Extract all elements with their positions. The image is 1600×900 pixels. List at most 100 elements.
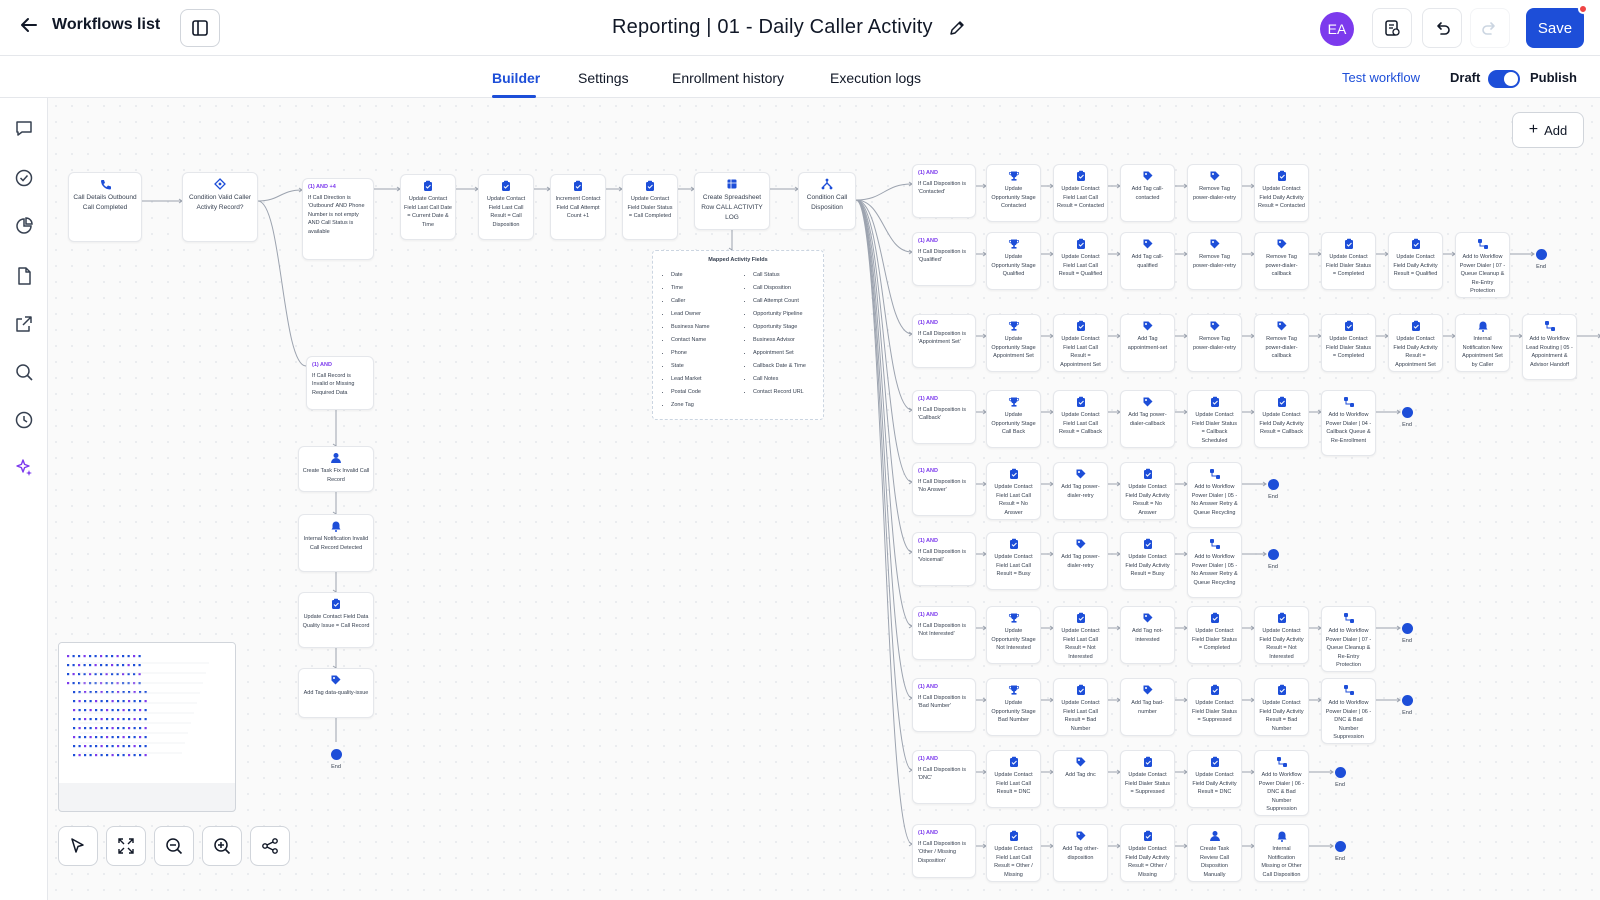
branch-9-step-2[interactable]: Update Contact Field Daily Activity Resu… bbox=[1120, 824, 1175, 882]
disposition-branch-1-condition[interactable]: (1) AND If Call Disposition is 'Qualified… bbox=[912, 232, 976, 286]
branch-3-end-node[interactable]: End bbox=[1392, 402, 1422, 432]
branch-1-step-5[interactable]: Update Contact Field Dialer Status = Com… bbox=[1321, 232, 1376, 290]
branch-7-end-node[interactable]: End bbox=[1392, 690, 1422, 720]
branch-6-step-1[interactable]: Update Contact Field Last Call Result = … bbox=[1053, 606, 1108, 664]
branch-1-step-0[interactable]: Update Opportunity Stage Qualified bbox=[986, 232, 1041, 290]
branch-8-step-0[interactable]: Update Contact Field Last Call Result = … bbox=[986, 750, 1041, 808]
branch-1-step-3[interactable]: Remove Tag power-dialer-retry bbox=[1187, 232, 1242, 290]
branch-9-step-3[interactable]: Create Task Review Call Disposition Manu… bbox=[1187, 824, 1242, 882]
create-spreadsheet-row-node[interactable]: Create Spreadsheet Row CALL ACTIVITY LOG bbox=[694, 172, 770, 230]
branch-7-step-1[interactable]: Update Contact Field Last Call Result = … bbox=[1053, 678, 1108, 736]
branch-3-step-4[interactable]: Update Contact Field Daily Activity Resu… bbox=[1254, 390, 1309, 448]
zoom-in-button[interactable] bbox=[202, 826, 242, 866]
branch-2-step-5[interactable]: Update Contact Field Dialer Status = Com… bbox=[1321, 314, 1376, 372]
zoom-out-button[interactable] bbox=[154, 826, 194, 866]
fit-view-button[interactable] bbox=[106, 826, 146, 866]
valid-record-condition-node[interactable]: Condition Valid Caller Activity Record? bbox=[182, 172, 258, 242]
add-node-button[interactable]: + Add bbox=[1512, 112, 1584, 148]
branch-8-step-4[interactable]: Add to Workflow Power Dialer | 06 - DNC … bbox=[1254, 750, 1309, 816]
branch-9-end-node[interactable]: End bbox=[1325, 836, 1355, 866]
branch-0-step-4[interactable]: Update Contact Field Daily Activity Resu… bbox=[1254, 164, 1309, 222]
branch-8-end-node[interactable]: End bbox=[1325, 762, 1355, 792]
update-last-call-date-node[interactable]: Update Contact Field Last Call Date = Cu… bbox=[400, 174, 456, 240]
update-data-quality-node[interactable]: Update Contact Field Data Quality Issue … bbox=[298, 592, 374, 648]
branch-3-step-0[interactable]: Update Opportunity Stage Call Back bbox=[986, 390, 1041, 448]
disposition-branch-8-condition[interactable]: (1) AND If Call Disposition is 'DNC' bbox=[912, 750, 976, 804]
branch-3-step-5[interactable]: Add to Workflow Power Dialer | 04 - Call… bbox=[1321, 390, 1376, 456]
branch-8-step-3[interactable]: Update Contact Field Daily Activity Resu… bbox=[1187, 750, 1242, 808]
branch-0-step-1[interactable]: Update Contact Field Last Call Result = … bbox=[1053, 164, 1108, 222]
branch-1-step-1[interactable]: Update Contact Field Last Call Result = … bbox=[1053, 232, 1108, 290]
disposition-branch-3-condition[interactable]: (1) AND If Call Disposition is 'Callback' bbox=[912, 390, 976, 444]
disposition-branch-6-condition[interactable]: (1) AND If Call Disposition is 'Not Inter… bbox=[912, 606, 976, 660]
branch-3-step-1[interactable]: Update Contact Field Last Call Result = … bbox=[1053, 390, 1108, 448]
notification-invalid-node[interactable]: Internal Notification Invalid Call Recor… bbox=[298, 514, 374, 572]
branch-6-step-4[interactable]: Update Contact Field Daily Activity Resu… bbox=[1254, 606, 1309, 664]
branch-5-step-2[interactable]: Update Contact Field Daily Activity Resu… bbox=[1120, 532, 1175, 590]
branch-1-step-2[interactable]: Add Tag call-qualified bbox=[1120, 232, 1175, 290]
branch-9-step-4[interactable]: Internal Notification Missing or Other C… bbox=[1254, 824, 1309, 882]
branch-3-step-2[interactable]: Add Tag power-dialer-callback bbox=[1120, 390, 1175, 448]
disposition-branch-5-condition[interactable]: (1) AND If Call Disposition is 'Voicemail… bbox=[912, 532, 976, 586]
valid-branch-condition[interactable]: (1) AND +4 If Call Direction is 'Outbound… bbox=[302, 178, 374, 260]
branch-7-step-5[interactable]: Add to Workflow Power Dialer | 06 - DNC … bbox=[1321, 678, 1376, 744]
branch-0-step-3[interactable]: Remove Tag power-dialer-retry bbox=[1187, 164, 1242, 222]
branch-2-end-node[interactable]: End bbox=[1593, 326, 1600, 356]
minimap-node-dot bbox=[106, 745, 109, 748]
branch-6-step-3[interactable]: Update Contact Field Dialer Status = Com… bbox=[1187, 606, 1242, 664]
branch-6-end-node[interactable]: End bbox=[1392, 618, 1422, 648]
disposition-branch-2-condition[interactable]: (1) AND If Call Disposition is 'Appointme… bbox=[912, 314, 976, 368]
update-last-call-result-node[interactable]: Update Contact Field Last Call Result = … bbox=[478, 174, 534, 240]
branch-5-step-1[interactable]: Add Tag power-dialer-retry bbox=[1053, 532, 1108, 590]
branch-1-end-node[interactable]: End bbox=[1526, 244, 1556, 274]
invalid-branch-end-node[interactable]: End bbox=[321, 744, 351, 774]
branch-2-step-4[interactable]: Remove Tag power-dialer-callback bbox=[1254, 314, 1309, 372]
branch-8-step-2[interactable]: Update Contact Field Dialer Status = Sup… bbox=[1120, 750, 1175, 808]
branch-6-step-0[interactable]: Update Opportunity Stage Not Interested bbox=[986, 606, 1041, 664]
branch-4-end-node[interactable]: End bbox=[1258, 474, 1288, 504]
add-tag-data-quality-node[interactable]: Add Tag data-quality-issue bbox=[298, 668, 374, 718]
branch-7-step-4[interactable]: Update Contact Field Daily Activity Resu… bbox=[1254, 678, 1309, 736]
branch-5-step-0[interactable]: Update Contact Field Last Call Result = … bbox=[986, 532, 1041, 590]
branch-7-step-3[interactable]: Update Contact Field Dialer Status = Sup… bbox=[1187, 678, 1242, 736]
disposition-branch-0-condition[interactable]: (1) AND If Call Disposition is 'Contacted… bbox=[912, 164, 976, 218]
branch-2-step-6[interactable]: Update Contact Field Daily Activity Resu… bbox=[1388, 314, 1443, 372]
branch-0-step-2[interactable]: Add Tag call-contacted bbox=[1120, 164, 1175, 222]
branch-1-step-6[interactable]: Update Contact Field Daily Activity Resu… bbox=[1388, 232, 1443, 290]
branch-2-step-3[interactable]: Remove Tag power-dialer-retry bbox=[1187, 314, 1242, 372]
branch-2-step-2[interactable]: Add Tag appointment-set bbox=[1120, 314, 1175, 372]
branch-2-step-1[interactable]: Update Contact Field Last Call Result = … bbox=[1053, 314, 1108, 372]
branch-2-step-8[interactable]: Add to Workflow Lead Routing | 05 - Appo… bbox=[1522, 314, 1577, 380]
branch-4-step-2[interactable]: Update Contact Field Daily Activity Resu… bbox=[1120, 462, 1175, 520]
branch-4-step-3[interactable]: Add to Workflow Power Dialer | 05 - No A… bbox=[1187, 462, 1242, 528]
branch-1-step-4[interactable]: Remove Tag power-dialer-callback bbox=[1254, 232, 1309, 290]
branch-4-step-1[interactable]: Add Tag power-dialer-retry bbox=[1053, 462, 1108, 520]
branch-7-step-0[interactable]: Update Opportunity Stage Bad Number bbox=[986, 678, 1041, 736]
select-tool-button[interactable] bbox=[58, 826, 98, 866]
disposition-branch-4-condition[interactable]: (1) AND If Call Disposition is 'No Answer… bbox=[912, 462, 976, 516]
branch-2-step-0[interactable]: Update Opportunity Stage Appointment Set bbox=[986, 314, 1041, 372]
increment-call-attempt-node[interactable]: Increment Contact Field Call Attempt Cou… bbox=[550, 174, 606, 240]
trigger-node[interactable]: Call Details Outbound Call Completed bbox=[68, 172, 142, 242]
branch-5-step-3[interactable]: Add to Workflow Power Dialer | 05 - No A… bbox=[1187, 532, 1242, 598]
share-button[interactable] bbox=[250, 826, 290, 866]
branch-9-step-1[interactable]: Add Tag other-disposition bbox=[1053, 824, 1108, 882]
branch-0-step-0[interactable]: Update Opportunity Stage Contacted bbox=[986, 164, 1041, 222]
branch-2-step-7[interactable]: Internal Notification New Appointment Se… bbox=[1455, 314, 1510, 372]
call-disposition-condition-node[interactable]: Condition Call Disposition bbox=[798, 172, 856, 230]
update-dialer-status-node[interactable]: Update Contact Field Dialer Status = Cal… bbox=[622, 174, 678, 240]
branch-9-step-0[interactable]: Update Contact Field Last Call Result = … bbox=[986, 824, 1041, 882]
disposition-branch-7-condition[interactable]: (1) AND If Call Disposition is 'Bad Numbe… bbox=[912, 678, 976, 732]
branch-3-step-3[interactable]: Update Contact Field Dialer Status = Cal… bbox=[1187, 390, 1242, 448]
branch-7-step-2[interactable]: Add Tag bad-number bbox=[1120, 678, 1175, 736]
disposition-branch-9-condition[interactable]: (1) AND If Call Disposition is 'Other / M… bbox=[912, 824, 976, 878]
create-task-invalid-node[interactable]: Create Task Fix Invalid Call Record bbox=[298, 446, 374, 492]
branch-5-end-node[interactable]: End bbox=[1258, 544, 1288, 574]
branch-1-step-7[interactable]: Add to Workflow Power Dialer | 07 - Queu… bbox=[1455, 232, 1510, 298]
branch-6-step-5[interactable]: Add to Workflow Power Dialer | 07 - Queu… bbox=[1321, 606, 1376, 672]
branch-6-step-2[interactable]: Add Tag not-interested bbox=[1120, 606, 1175, 664]
minimap[interactable] bbox=[58, 642, 236, 812]
branch-4-step-0[interactable]: Update Contact Field Last Call Result = … bbox=[986, 462, 1041, 520]
branch-8-step-1[interactable]: Add Tag dnc bbox=[1053, 750, 1108, 808]
invalid-branch-condition[interactable]: (1) AND If Call Record is Invalid or Miss… bbox=[306, 356, 374, 410]
